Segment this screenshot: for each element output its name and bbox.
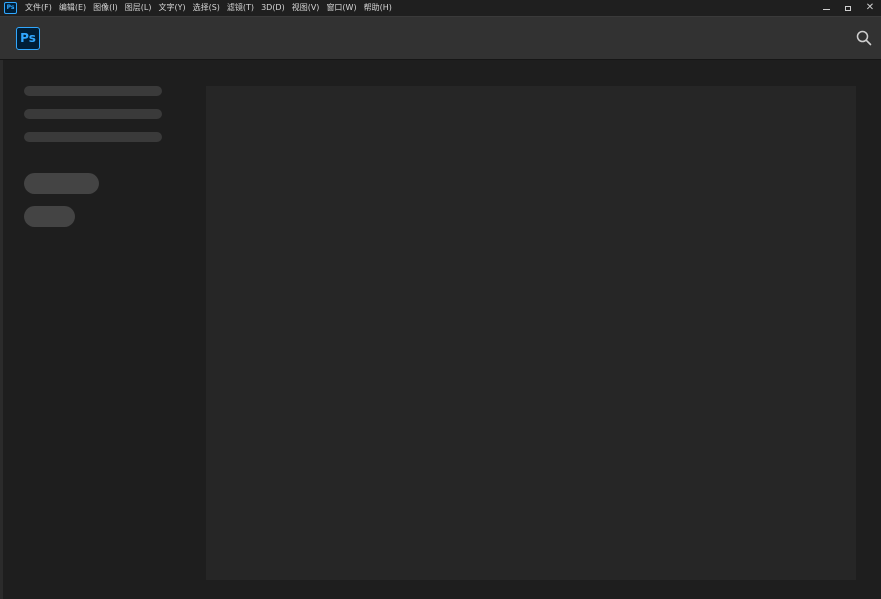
main-content-placeholder bbox=[206, 86, 856, 580]
window-controls: ✕ bbox=[815, 0, 881, 16]
menu-bar: Ps 文件(F) 编辑(E) 图像(I) 图层(L) 文字(Y) 选择(S) 滤… bbox=[0, 0, 881, 16]
menu-filter[interactable]: 滤镜(T) bbox=[227, 0, 254, 16]
close-icon: ✕ bbox=[865, 2, 875, 13]
menu-3d[interactable]: 3D(D) bbox=[261, 0, 285, 16]
search-button[interactable] bbox=[855, 29, 873, 47]
menu-select[interactable]: 选择(S) bbox=[193, 0, 220, 16]
minimize-icon bbox=[822, 9, 830, 10]
maximize-icon bbox=[845, 5, 851, 11]
menu-view[interactable]: 视图(V) bbox=[292, 0, 320, 16]
menu-layer[interactable]: 图层(L) bbox=[125, 0, 152, 16]
skeleton-line bbox=[24, 132, 162, 142]
menu-help[interactable]: 帮助(H) bbox=[364, 0, 392, 16]
app-header: Ps bbox=[0, 16, 881, 60]
menu-file[interactable]: 文件(F) bbox=[25, 0, 52, 16]
photoshop-logo[interactable]: Ps bbox=[16, 27, 40, 50]
skeleton-line bbox=[24, 109, 162, 119]
menu-type[interactable]: 文字(Y) bbox=[158, 0, 185, 16]
skeleton-button bbox=[24, 206, 75, 227]
close-button[interactable]: ✕ bbox=[859, 0, 881, 16]
menu-window[interactable]: 窗口(W) bbox=[326, 0, 356, 16]
menu-image[interactable]: 图像(I) bbox=[93, 0, 118, 16]
left-edge-divider bbox=[0, 60, 3, 599]
app-icon[interactable]: Ps bbox=[4, 2, 17, 14]
skeleton-line bbox=[24, 86, 162, 96]
search-icon bbox=[856, 30, 872, 46]
skeleton-button bbox=[24, 173, 99, 194]
maximize-button[interactable] bbox=[837, 0, 859, 16]
minimize-button[interactable] bbox=[815, 0, 837, 16]
menu-edit[interactable]: 编辑(E) bbox=[59, 0, 86, 16]
photoshop-window: Ps 文件(F) 编辑(E) 图像(I) 图层(L) 文字(Y) 选择(S) 滤… bbox=[0, 0, 881, 599]
